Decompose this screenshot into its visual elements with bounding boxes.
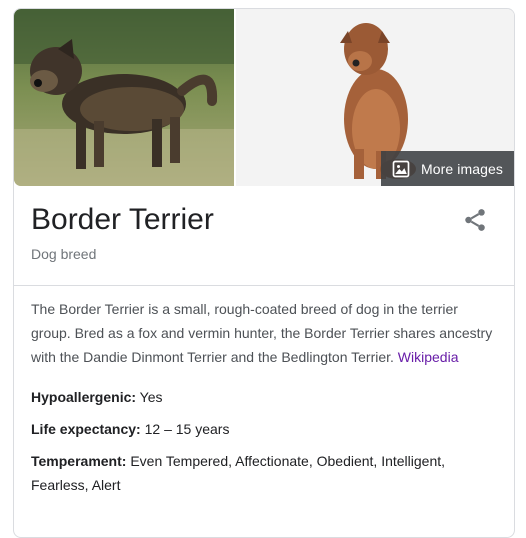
fact-temperament: Temperament: Even Tempered, Affectionate… [31,449,501,497]
fact-label[interactable]: Life expectancy: [31,421,141,437]
fact-value: 12 – 15 years [144,421,230,437]
dog-photo-outdoor-image [14,9,234,186]
page-title: Border Terrier [31,203,214,236]
fact-label[interactable]: Hypoallergenic: [31,389,136,405]
fact-hypoallergenic: Hypoallergenic: Yes [31,385,501,409]
panel-body: The Border Terrier is a small, rough-coa… [31,297,501,505]
more-images-button[interactable]: More images [381,151,514,186]
dog-photo-studio[interactable]: More images [236,9,514,186]
more-images-label: More images [421,160,504,177]
share-button[interactable] [462,207,488,233]
fact-life-expectancy: Life expectancy: 12 – 15 years [31,417,501,441]
fact-label[interactable]: Temperament: [31,453,126,469]
image-strip: More images [14,9,514,186]
dog-photo-outdoor[interactable] [14,9,234,186]
fact-value: Yes [139,389,163,405]
facts-list: Hypoallergenic: Yes Life expectancy: 12 … [31,385,501,497]
wikipedia-link[interactable]: Wikipedia [398,349,459,365]
knowledge-panel: More images Border Terrier Dog breed The… [13,8,515,538]
image-icon [391,159,411,179]
description: The Border Terrier is a small, rough-coa… [31,297,501,369]
entity-type-subtitle: Dog breed [31,246,97,262]
panel-header: Border Terrier Dog breed [14,186,514,286]
share-icon [465,209,485,231]
